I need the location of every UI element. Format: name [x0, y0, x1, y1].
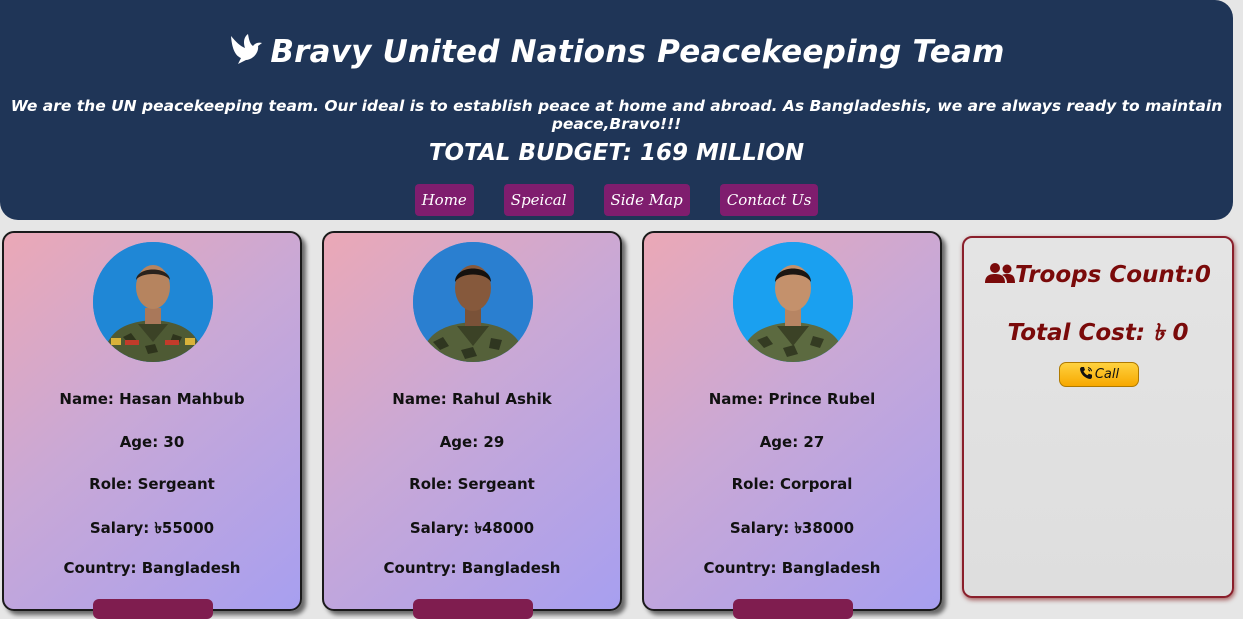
- member-salary: Salary: ৳38000: [729, 519, 855, 537]
- member-role: Role: Sergeant: [409, 475, 535, 493]
- select-member-button[interactable]: [733, 599, 853, 619]
- member-age: Age: 30: [119, 433, 185, 451]
- member-country: Country: Bangladesh: [383, 559, 561, 577]
- member-name: Name: Prince Rubel: [708, 390, 876, 408]
- total-budget: TOTAL BUDGET: 169 MILLION: [428, 140, 805, 166]
- member-card: Name: Hasan Mahbub Age: 30 Role: Sergean…: [2, 231, 302, 619]
- nav-bar: Home Speical Side Map Contact Us: [0, 184, 1233, 216]
- member-card: Name: Rahul Ashik Age: 29 Role: Sergeant…: [322, 231, 622, 619]
- member-role: Role: Sergeant: [89, 475, 215, 493]
- troops-count: Troops Count:0: [1015, 262, 1211, 288]
- page-header: Bravy United Nations Peacekeeping Team W…: [0, 0, 1233, 220]
- member-name: Name: Rahul Ashik: [392, 390, 552, 408]
- member-photo: [733, 242, 853, 362]
- member-photo: [93, 242, 213, 362]
- total-cost: Total Cost: ৳ 0: [1007, 320, 1189, 346]
- tagline: We are the UN peacekeeping team. Our ide…: [10, 97, 1223, 133]
- phone-icon: [1079, 365, 1093, 379]
- member-age: Age: 29: [439, 433, 505, 451]
- call-button[interactable]: Call: [1059, 362, 1139, 387]
- page-title-row: Bravy United Nations Peacekeeping Team: [0, 32, 1233, 70]
- member-age: Age: 27: [759, 433, 825, 451]
- member-country: Country: Bangladesh: [703, 559, 881, 577]
- member-country: Country: Bangladesh: [63, 559, 241, 577]
- member-salary: Salary: ৳55000: [89, 519, 215, 537]
- nav-side-map-button[interactable]: Side Map: [603, 184, 690, 216]
- select-member-button[interactable]: [413, 599, 533, 619]
- nav-home-button[interactable]: Home: [414, 184, 474, 216]
- member-salary: Salary: ৳48000: [409, 519, 535, 537]
- users-icon: [985, 262, 1016, 284]
- troops-count-row: Troops Count:0: [964, 262, 1232, 288]
- nav-special-button[interactable]: Speical: [503, 184, 574, 216]
- member-role: Role: Corporal: [731, 475, 853, 493]
- summary-panel: Troops Count:0 Total Cost: ৳ 0 Call: [962, 236, 1234, 598]
- select-member-button[interactable]: [93, 599, 213, 619]
- member-photo: [413, 242, 533, 362]
- dove-icon: [228, 32, 264, 66]
- member-card: Name: Prince Rubel Age: 27 Role: Corpora…: [642, 231, 942, 619]
- call-button-label: Call: [1094, 367, 1120, 382]
- nav-contact-us-button[interactable]: Contact Us: [719, 184, 819, 216]
- member-name: Name: Hasan Mahbub: [59, 390, 245, 408]
- page-title: Bravy United Nations Peacekeeping Team: [270, 34, 1005, 70]
